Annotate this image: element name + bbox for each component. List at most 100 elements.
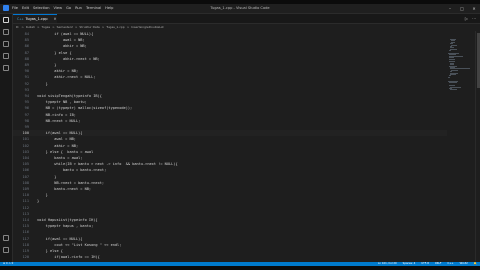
code-line[interactable]: 95 typeptr NB , bantu; [13, 99, 447, 105]
line-number: 109 [22, 187, 30, 191]
line-number: 111 [22, 199, 30, 204]
code-line[interactable]: 87 } else { [13, 50, 447, 56]
code-line[interactable]: 91 akhir->next = NULL; [13, 74, 447, 80]
breadcrumb-item[interactable]: Struktur Data [79, 24, 99, 30]
code-line[interactable]: 112 [13, 205, 447, 211]
code-line[interactable]: 101 awal = NB; [13, 136, 447, 142]
line-number: 84 [24, 32, 29, 36]
code-line[interactable]: 93 [13, 87, 447, 93]
indentation[interactable]: Spaces: 4 [403, 262, 416, 266]
search-icon[interactable] [0, 26, 12, 38]
breadcrumb-separator: > [21, 25, 24, 29]
code-line[interactable]: 94 void sisipTengah(typeinfo IB){ [13, 93, 447, 99]
line-number: 107 [22, 174, 30, 179]
maximize-button[interactable]: □ [456, 4, 468, 13]
line-number: 95 [24, 100, 29, 105]
code-text: if (awal == NULL){ [37, 32, 94, 36]
code-line[interactable]: 96 NB = (typeptr) malloc(sizeof(typenode… [13, 105, 447, 111]
code-line[interactable]: 104 bantu = awal; [13, 155, 447, 161]
line-number: 108 [22, 180, 30, 185]
line-number: 102 [22, 143, 30, 148]
code-line[interactable]: 110 } [13, 192, 447, 198]
code-line[interactable]: 98 NB->next = NULL; [13, 118, 447, 124]
language-mode[interactable]: C++ [447, 262, 453, 266]
code-line[interactable]: 89 } [13, 62, 447, 68]
line-number: 106 [22, 168, 30, 173]
tab-tugas-1-cpp[interactable]: C++ Tugas_1.cpp ✕ [13, 14, 57, 23]
code-line[interactable]: 90 akhir = NB; [13, 68, 447, 74]
minimap[interactable] [447, 31, 475, 261]
minimap-line [449, 50, 451, 52]
explorer-icon[interactable] [0, 14, 12, 26]
code-line[interactable]: 116 [13, 229, 447, 235]
window-controls: – □ ✕ [444, 4, 480, 13]
code-line[interactable]: 120 if(awal->info == IH){ [13, 254, 447, 260]
manage-gear-icon[interactable] [0, 244, 12, 256]
manage-gear-icon-glyph [3, 247, 9, 253]
breadcrumb-separator: > [101, 25, 105, 29]
line-number: 97 [24, 112, 29, 117]
code-line[interactable]: 92 } [13, 81, 447, 87]
breadcrumb-item[interactable]: Tugas_1.cpp [106, 24, 124, 30]
code-line[interactable]: 97 NB->info = IB; [13, 112, 447, 118]
code-line[interactable]: 113 [13, 211, 447, 217]
code-line[interactable]: 85 awal = NB; [13, 37, 447, 43]
code-line[interactable]: 102 akhir = NB; [13, 143, 447, 149]
code-line[interactable]: 111} [13, 198, 447, 204]
breadcrumb-item[interactable]: D: [16, 24, 19, 30]
breadcrumb-separator: > [126, 25, 130, 29]
code-line[interactable]: 108 NB->next = bantu->next; [13, 180, 447, 186]
line-number: 92 [24, 81, 29, 86]
code-line[interactable]: 99 [13, 124, 447, 130]
encoding[interactable]: UTF-8 [421, 262, 429, 266]
code-line[interactable]: 86 akhir = NB; [13, 43, 447, 49]
cpp-file-icon: C++ [17, 17, 24, 21]
cursor-position[interactable]: Ln 101, Col 20 [378, 262, 397, 266]
code-line[interactable]: 119 } else { [13, 248, 447, 254]
status-right: Ln 101, Col 20 Spaces: 4 UTF-8 CRLF C++ Win32… [378, 262, 477, 266]
breadcrumb-item[interactable]: Tugas [42, 24, 51, 30]
extensions-icon-glyph [3, 65, 9, 71]
title-bar: File Edit Selection View Go Run Terminal Help T… [0, 4, 480, 14]
breadcrumb-item[interactable]: Semester2 [57, 24, 73, 30]
code-line[interactable]: 117 if(awal == NULL){ [13, 236, 447, 242]
code-editor[interactable]: 84 if (awal == NULL){85 awal = NB; 86 akh… [13, 31, 447, 261]
code-line[interactable]: 114 void HapusList(typeinfo IH){ [13, 217, 447, 223]
code-line[interactable]: 107 } [13, 174, 447, 180]
code-line[interactable]: 88 akhir->next = NB; [13, 56, 447, 62]
line-number: 88 [24, 56, 29, 61]
code-text: while(IB > bantu > next -> info && bantu… [37, 162, 178, 167]
line-number: 105 [22, 162, 30, 167]
code-line[interactable]: 105 while(IB > bantu > next -> info && b… [13, 161, 447, 167]
breadcrumb-item[interactable]: Kuliah [26, 24, 35, 30]
code-text: typeptr NB , bantu; [37, 100, 87, 105]
problems-indicator[interactable]: ⊗ 0 ⚠ 0 [3, 262, 13, 266]
code-line[interactable]: 84 if (awal == NULL){ [13, 31, 447, 37]
minimize-button[interactable]: – [444, 4, 456, 13]
line-number: 98 [24, 118, 29, 123]
code-line[interactable]: 115 typeptr hapus , bantu; [13, 223, 447, 229]
code-line[interactable]: 109 bantu->next = NB; [13, 186, 447, 192]
platform[interactable]: Win32 [460, 262, 468, 266]
code-text: awal = NB; [37, 38, 85, 43]
run-debug-icon[interactable] [0, 50, 12, 62]
account-icon[interactable] [0, 232, 12, 244]
close-window-button[interactable]: ✕ [468, 4, 480, 13]
close-tab-icon[interactable]: ✕ [54, 17, 57, 21]
code-line[interactable]: 106 bantu = bantu->next; [13, 167, 447, 173]
code-text: } [37, 199, 40, 204]
source-control-icon[interactable] [0, 38, 12, 50]
line-number: 112 [22, 205, 30, 210]
extensions-icon[interactable] [0, 62, 12, 74]
editor-scrollbar[interactable] [475, 31, 480, 261]
code-line[interactable]: 100 if(awal == NULL){ [13, 130, 447, 137]
minimap-line [449, 82, 457, 84]
breadcrumb-item[interactable]: InsertsingleDoubleLst [131, 24, 164, 30]
more-actions-icon[interactable]: ⋯ [472, 14, 476, 23]
explorer-icon-glyph [3, 17, 9, 23]
code-line[interactable]: 103 } else { bantu = awal [13, 149, 447, 155]
line-endings[interactable]: CRLF [435, 262, 442, 266]
notifications-icon[interactable]: 🔔 [474, 262, 477, 266]
code-line[interactable]: 118 cout << "List Kosong " << endl; [13, 242, 447, 248]
run-file-icon[interactable]: ▷ [465, 14, 468, 23]
